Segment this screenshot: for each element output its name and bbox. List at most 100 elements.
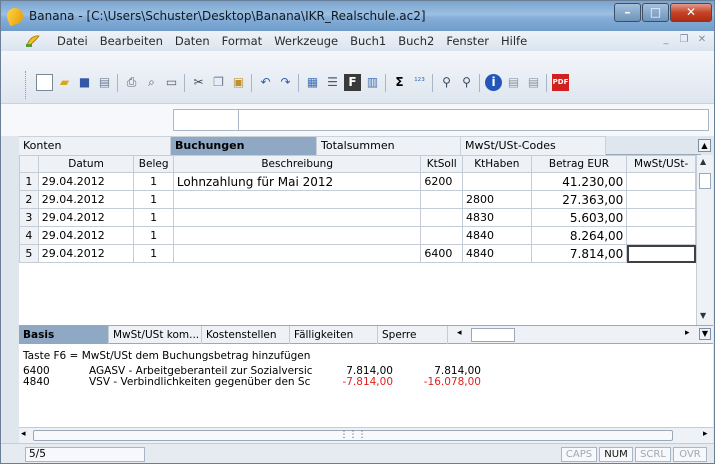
tab-scroll-right-icon[interactable]: ▸ — [685, 328, 690, 338]
cell-kthaben[interactable] — [462, 172, 532, 191]
cell-betrag[interactable]: 5.603,00 — [530, 208, 628, 227]
open-folder-icon[interactable]: ▰ — [56, 74, 73, 91]
cell-kthaben[interactable]: 2800 — [462, 190, 532, 209]
col-header-datum[interactable]: Datum — [37, 155, 135, 173]
cell-kthaben[interactable]: 4840 — [462, 244, 532, 263]
tab-mwst-codes[interactable]: MwSt/USt-Codes — [461, 136, 606, 155]
row-number[interactable]: 2 — [19, 190, 39, 209]
cell-mwst[interactable] — [626, 226, 696, 245]
print-icon[interactable]: ⎙ — [123, 74, 140, 91]
format-icon[interactable]: F — [344, 74, 361, 91]
cell-datum[interactable]: 29.04.2012 — [37, 172, 135, 191]
view-tab-sperre[interactable]: Sperre — [378, 326, 448, 344]
cut-icon[interactable]: ✂ — [190, 74, 207, 91]
view-tab-basis[interactable]: Basis — [19, 326, 109, 344]
cell-mwst[interactable] — [626, 244, 696, 263]
cell-beschreibung[interactable] — [172, 226, 422, 245]
cell-mwst[interactable] — [626, 172, 696, 191]
hscroll-left-icon[interactable]: ◂ — [21, 429, 26, 439]
vertical-scroll-thumb[interactable] — [699, 173, 711, 189]
view-tab-faelligkeiten[interactable]: Fälligkeiten — [290, 326, 378, 344]
toolbar-grip[interactable] — [25, 71, 28, 99]
column-icon[interactable]: ▥ — [364, 74, 381, 91]
view-tab-mwst[interactable]: MwSt/USt kom... — [109, 326, 202, 344]
scroll-up-icon[interactable]: ▲ — [700, 157, 706, 166]
cell-betrag[interactable]: 41.230,00 — [530, 172, 628, 191]
report-icon[interactable]: ▤ — [505, 74, 522, 91]
tab-scroll-left-icon[interactable]: ◂ — [457, 328, 462, 338]
title-bar[interactable]: Banana - [C:\Users\Schuster\Desktop\Bana… — [1, 1, 714, 31]
undo-icon[interactable]: ↶ — [257, 74, 274, 91]
menu-buch1[interactable]: Buch1 — [344, 34, 392, 48]
hscroll-right-icon[interactable]: ▸ — [703, 429, 708, 439]
row-number[interactable]: 4 — [19, 226, 39, 245]
pdf-icon[interactable]: PDF — [552, 74, 569, 91]
cell-ktsoll[interactable]: 6200 — [420, 172, 464, 191]
spellcheck-icon[interactable]: ¹²³ — [411, 74, 428, 91]
tab-buchungen[interactable]: Buchungen — [171, 136, 317, 155]
cell-ktsoll[interactable] — [420, 226, 464, 245]
outline-icon[interactable]: ☰ — [324, 74, 341, 91]
table-row[interactable]: 5 29.04.2012 1 6400 4840 7.814,00 — [19, 244, 696, 263]
minimize-button[interactable]: – — [614, 3, 641, 22]
table-icon[interactable]: ▦ — [304, 74, 321, 91]
cell-mwst[interactable] — [626, 208, 696, 227]
scroll-down-icon[interactable]: ▼ — [700, 311, 706, 320]
cell-betrag[interactable]: 8.264,00 — [530, 226, 628, 245]
find-replace-icon[interactable]: ⚲ — [458, 74, 475, 91]
cell-beleg[interactable]: 1 — [133, 208, 174, 227]
new-file-icon[interactable] — [36, 74, 53, 91]
report2-icon[interactable]: ▤ — [525, 74, 542, 91]
mdi-restore-icon[interactable]: ❐ — [676, 33, 692, 48]
col-header-kthaben[interactable]: KtHaben — [462, 155, 532, 173]
table-row[interactable]: 2 29.04.2012 1 2800 27.363,00 — [19, 190, 696, 209]
cell-kthaben[interactable]: 4840 — [462, 226, 532, 245]
cell-datum[interactable]: 29.04.2012 — [37, 190, 135, 209]
col-header-ktsoll[interactable]: KtSoll — [420, 155, 464, 173]
menu-format[interactable]: Format — [216, 34, 269, 48]
properties-icon[interactable]: ▤ — [96, 74, 113, 91]
cell-mwst[interactable] — [626, 190, 696, 209]
info-icon[interactable]: i — [485, 74, 502, 91]
menu-werkzeuge[interactable]: Werkzeuge — [268, 34, 344, 48]
cell-beschreibung[interactable] — [172, 190, 422, 209]
row-number[interactable]: 3 — [19, 208, 39, 227]
cell-beleg[interactable]: 1 — [133, 226, 174, 245]
cell-ktsoll[interactable] — [420, 208, 464, 227]
mdi-close-icon[interactable]: ✕ — [694, 33, 710, 48]
row-number[interactable]: 1 — [19, 172, 39, 191]
menu-bearbeiten[interactable]: Bearbeiten — [94, 34, 169, 48]
mdi-minimize-icon[interactable]: _ — [658, 33, 674, 48]
view-tab-kostenstellen[interactable]: Kostenstellen — [202, 326, 290, 344]
cell-reference-input[interactable] — [173, 109, 239, 131]
cell-beleg[interactable]: 1 — [133, 244, 174, 263]
maximize-button[interactable]: □ — [642, 3, 669, 22]
cell-betrag[interactable]: 27.363,00 — [530, 190, 628, 209]
tab-scroll-box[interactable] — [471, 328, 515, 342]
cell-beschreibung[interactable] — [172, 208, 422, 227]
sum-icon[interactable]: Σ — [391, 74, 408, 91]
save-icon[interactable]: ■ — [76, 74, 93, 91]
col-header-beleg[interactable]: Beleg — [133, 155, 174, 173]
expand-icon[interactable]: ▼ — [699, 328, 711, 340]
find-icon[interactable]: ⚲ — [438, 74, 455, 91]
collapse-icon[interactable]: ▲ — [698, 139, 711, 152]
tab-totalsummen[interactable]: Totalsummen — [317, 136, 461, 155]
cell-betrag[interactable]: 7.814,00 — [530, 244, 628, 263]
vertical-scrollbar[interactable]: ▲ ▼ — [696, 155, 713, 325]
menu-datei[interactable]: Datei — [51, 34, 94, 48]
menu-fenster[interactable]: Fenster — [440, 34, 495, 48]
menu-daten[interactable]: Daten — [169, 34, 216, 48]
table-row[interactable]: 4 29.04.2012 1 4840 8.264,00 — [19, 226, 696, 245]
col-header-beschreibung[interactable]: Beschreibung — [172, 155, 422, 173]
close-button[interactable]: ✕ — [670, 3, 712, 22]
cell-datum[interactable]: 29.04.2012 — [37, 244, 135, 263]
cell-datum[interactable]: 29.04.2012 — [37, 226, 135, 245]
cell-beschreibung[interactable] — [172, 244, 422, 263]
page-setup-icon[interactable]: ▭ — [163, 74, 180, 91]
cell-beleg[interactable]: 1 — [133, 172, 174, 191]
table-row[interactable]: 3 29.04.2012 1 4830 5.603,00 — [19, 208, 696, 227]
print-preview-icon[interactable]: ⌕ — [143, 74, 160, 91]
horizontal-scroll-thumb[interactable]: ⋮⋮⋮ — [33, 430, 673, 441]
horizontal-scrollbar[interactable]: ◂ ⋮⋮⋮ ▸ — [19, 428, 713, 443]
